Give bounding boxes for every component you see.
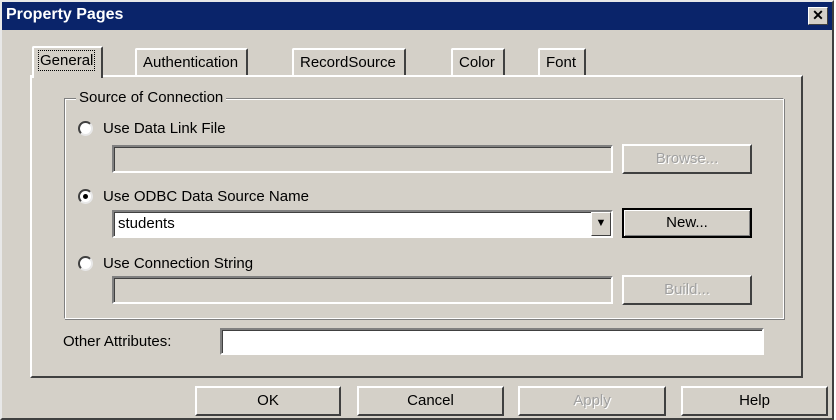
odbc-dsn-select[interactable]: students ▼: [112, 210, 613, 238]
radio-data-link-file[interactable]: [78, 121, 93, 136]
group-legend: Source of Connection: [76, 89, 227, 106]
tab-general[interactable]: General: [32, 46, 104, 78]
apply-button[interactable]: Apply: [518, 386, 666, 416]
chevron-down-icon[interactable]: ▼: [591, 212, 611, 236]
option-connection-string-label: Use Connection String: [103, 255, 254, 272]
other-attributes-input[interactable]: [220, 328, 764, 355]
new-button-label: New...: [666, 214, 708, 231]
apply-button-label: Apply: [573, 392, 611, 409]
option-connection-string[interactable]: Use Connection String: [78, 255, 253, 272]
window-title: Property Pages: [6, 6, 124, 23]
build-button-label: Build...: [664, 281, 710, 298]
tab-recordsource[interactable]: RecordSource: [292, 48, 406, 76]
connection-string-field[interactable]: [112, 276, 613, 304]
odbc-dsn-value: students: [118, 215, 175, 232]
new-button[interactable]: New...: [622, 208, 752, 238]
help-button-label: Help: [739, 392, 770, 409]
tab-general-label: General: [37, 50, 96, 71]
data-link-file-field[interactable]: [112, 145, 613, 173]
cancel-button-label: Cancel: [407, 392, 454, 409]
other-attributes-label: Other Attributes:: [63, 333, 172, 350]
ok-button-label: OK: [257, 392, 279, 409]
cancel-button[interactable]: Cancel: [357, 386, 504, 416]
title-bar[interactable]: Property Pages ✕: [2, 2, 832, 30]
tab-color-label: Color: [459, 54, 495, 71]
close-icon: ✕: [812, 7, 824, 23]
tab-font[interactable]: Font: [538, 48, 587, 76]
tab-recordsource-label: RecordSource: [300, 54, 396, 71]
option-odbc-dsn[interactable]: Use ODBC Data Source Name: [78, 188, 309, 205]
radio-odbc-dsn[interactable]: [78, 189, 93, 204]
tab-font-label: Font: [546, 54, 577, 71]
build-button[interactable]: Build...: [622, 275, 752, 305]
option-data-link-file[interactable]: Use Data Link File: [78, 120, 226, 137]
option-odbc-dsn-label: Use ODBC Data Source Name: [103, 188, 309, 205]
browse-button[interactable]: Browse...: [622, 144, 752, 174]
help-button[interactable]: Help: [681, 386, 828, 416]
option-data-link-file-label: Use Data Link File: [103, 120, 226, 137]
ok-button[interactable]: OK: [195, 386, 341, 416]
property-pages-dialog: Property Pages ✕ General Authentication …: [0, 0, 834, 420]
browse-button-label: Browse...: [655, 150, 719, 167]
tab-color[interactable]: Color: [451, 48, 505, 76]
tab-authentication-label: Authentication: [143, 54, 239, 71]
close-button[interactable]: ✕: [808, 7, 828, 25]
tab-authentication[interactable]: Authentication: [135, 48, 249, 76]
radio-connection-string[interactable]: [78, 256, 93, 271]
